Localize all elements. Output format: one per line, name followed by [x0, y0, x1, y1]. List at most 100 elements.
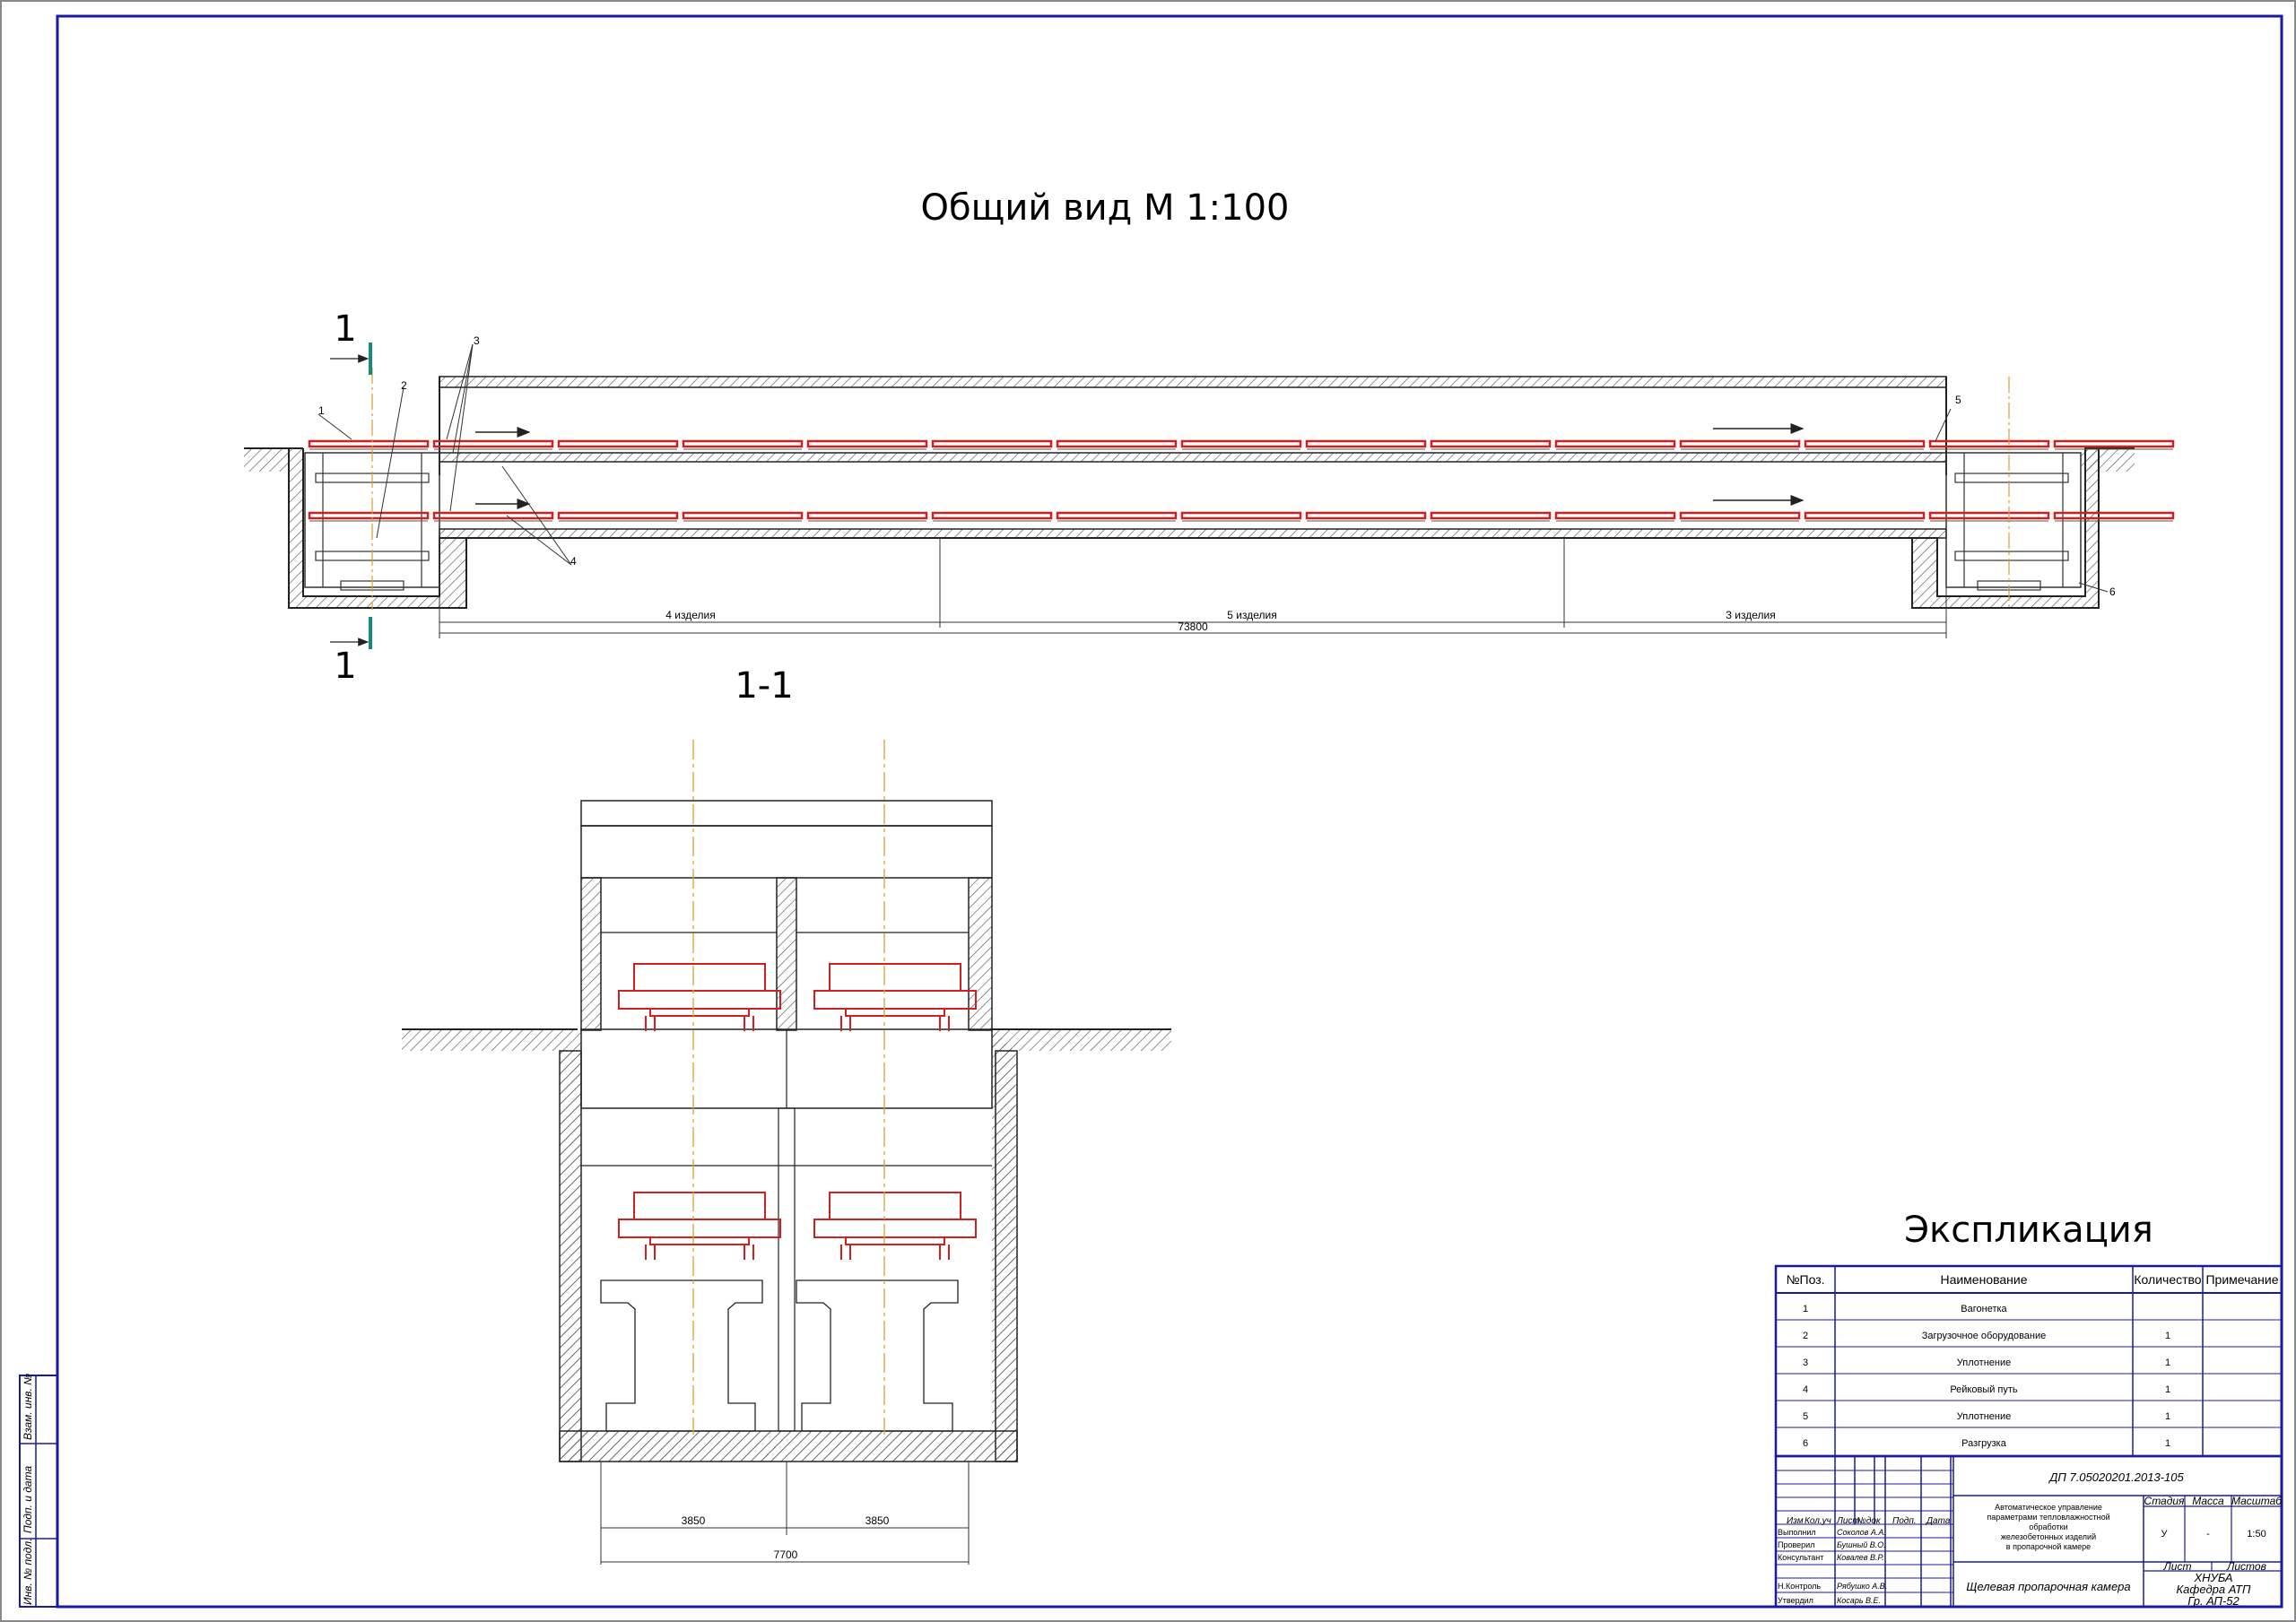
support-left — [600, 1279, 763, 1432]
tb-stage: У — [2161, 1529, 2169, 1540]
tb-stage-head: Стадия — [2144, 1495, 2186, 1507]
explication-title: Экспликация — [1904, 1210, 2153, 1251]
tb-name-1: Соколов А.А. — [1837, 1528, 1886, 1537]
section-mark-bottom: 1 — [330, 617, 372, 687]
segment-2-label: 5 изделия — [1227, 609, 1276, 621]
trolley — [2053, 511, 2175, 522]
tb-org-3: Гр. АП-52 — [2187, 1594, 2239, 1608]
title-block-code: ДП 7.05020201.2013-105 — [2048, 1470, 2184, 1484]
tb-desc-4: железобетонных изделий — [2001, 1532, 2096, 1541]
trolley — [1804, 439, 1926, 450]
tb-role-3: Консультант — [1778, 1553, 1823, 1562]
section-trolley — [618, 963, 781, 1031]
tb-sheet-head: Лист — [2163, 1560, 2192, 1573]
expl-head-name: Наименование — [1940, 1272, 2027, 1287]
trolley — [1056, 439, 1178, 450]
section-mark-top: 1 — [330, 308, 372, 375]
tb-name-5: Косарь В.Е. — [1837, 1596, 1881, 1605]
section-view: 3850 3850 7700 — [402, 740, 1171, 1565]
trolley — [308, 511, 430, 522]
section-title: 1-1 — [735, 665, 793, 707]
general-view-title: Общий вид М 1:100 — [921, 187, 1290, 229]
expl-row-6-pos: 6 — [1803, 1438, 1808, 1449]
section-dim-total: 7700 — [774, 1548, 798, 1561]
section-mark-top-label: 1 — [334, 308, 356, 350]
tb-drawing-name: Щелевая пропарочная камера — [1966, 1580, 2130, 1593]
tb-mass: - — [2206, 1529, 2210, 1540]
trolley — [1928, 439, 2050, 450]
trolley — [557, 439, 679, 450]
leader-4: 4 — [570, 555, 577, 568]
sheet-edge — [0, 0, 2296, 1622]
tb-mass-head: Масса — [2192, 1495, 2224, 1507]
expl-head-pos: №Поз. — [1786, 1272, 1824, 1287]
trolley — [806, 511, 928, 522]
section-trolleys — [618, 963, 977, 1260]
expl-head-note: Примечание — [2205, 1272, 2278, 1287]
leader-6: 6 — [2109, 585, 2116, 598]
section-trolley — [813, 963, 977, 1031]
trolley — [1679, 439, 1801, 450]
side-stamp: Инв. № подл. Подп. и дата Взам. инв. № — [19, 1374, 58, 1608]
leader-3: 3 — [474, 334, 480, 347]
expl-row-5-pos: 5 — [1803, 1411, 1808, 1422]
expl-row-5-qty: 1 — [2165, 1411, 2170, 1422]
section-ground-left — [402, 1029, 578, 1051]
expl-row-2-qty: 1 — [2165, 1331, 2170, 1341]
trolley — [806, 439, 928, 450]
expl-row-4-name: Рейковый путь — [1950, 1384, 2018, 1395]
section-ground-right — [992, 1029, 1171, 1051]
trolley — [1430, 511, 1552, 522]
section-dim-left: 3850 — [682, 1514, 706, 1527]
overall-length-dim: 73800 — [1178, 620, 1208, 633]
section-mark-bottom-label: 1 — [334, 646, 356, 687]
trolley — [1056, 511, 1178, 522]
section-dim-right: 3850 — [865, 1514, 890, 1527]
tb-col-koluch: Кол.уч — [1805, 1516, 1831, 1526]
trolley — [1554, 439, 1676, 450]
expl-row-5-name: Уплотнение — [1957, 1411, 2011, 1422]
trolley — [931, 439, 1053, 450]
tb-scale: 1:50 — [2247, 1529, 2266, 1540]
side-stamp-sign: Подп. и дата — [22, 1466, 34, 1533]
trolley — [1804, 511, 1926, 522]
trolley — [682, 439, 804, 450]
trolley — [1679, 511, 1801, 522]
trolley — [931, 511, 1053, 522]
trolley — [682, 511, 804, 522]
trolley — [1928, 511, 2050, 522]
trolley — [1554, 511, 1676, 522]
expl-row-1-name: Вагонетка — [1961, 1304, 2007, 1314]
ground-hatch-left — [244, 448, 289, 472]
tb-role-5: Утвердил — [1778, 1596, 1813, 1605]
trolley — [1180, 439, 1302, 450]
tb-name-3: Ковалев В.Р. — [1837, 1553, 1884, 1562]
expl-row-1-pos: 1 — [1803, 1304, 1808, 1314]
trolley — [1180, 511, 1302, 522]
tb-desc-1: Автоматическое управление — [1995, 1503, 2102, 1512]
section-pit-walls — [560, 1029, 1015, 1462]
tb-desc-3: обработки — [2029, 1522, 2067, 1531]
expl-row-3-pos: 3 — [1803, 1357, 1808, 1368]
trolley — [1430, 439, 1552, 450]
expl-row-2-name: Загрузочное оборудование — [1922, 1331, 2047, 1341]
trolley — [1305, 439, 1427, 450]
chamber-middle-slab — [439, 452, 1947, 463]
tb-col-ndok: №док — [1857, 1516, 1882, 1526]
segment-1-label: 4 изделия — [665, 609, 715, 621]
tb-col-data: Дата — [1926, 1516, 1951, 1526]
tb-role-4: Н.Контроль — [1778, 1582, 1821, 1591]
leader-5: 5 — [1955, 394, 1961, 406]
explication-table: №Поз. Наименование Количество Примечание… — [1774, 1264, 2283, 1458]
leader-2: 2 — [401, 379, 407, 392]
general-view: 1 2 3 4 5 6 1 1 4 изделия 5 изделия 3 из… — [244, 308, 2175, 687]
trolley — [557, 511, 679, 522]
title-block: ДП 7.05020201.2013-105 Автоматическое уп… — [1774, 1454, 2283, 1609]
tb-name-2: Бушный В.О. — [1837, 1540, 1886, 1549]
tb-desc-5: в пропарочной камере — [2006, 1542, 2091, 1551]
chamber-floor — [439, 528, 1947, 539]
side-stamp-inv: Инв. № подл. — [22, 1539, 34, 1605]
drawing-frame — [56, 14, 2283, 1609]
trolley — [432, 439, 554, 450]
expl-row-4-qty: 1 — [2165, 1384, 2170, 1395]
